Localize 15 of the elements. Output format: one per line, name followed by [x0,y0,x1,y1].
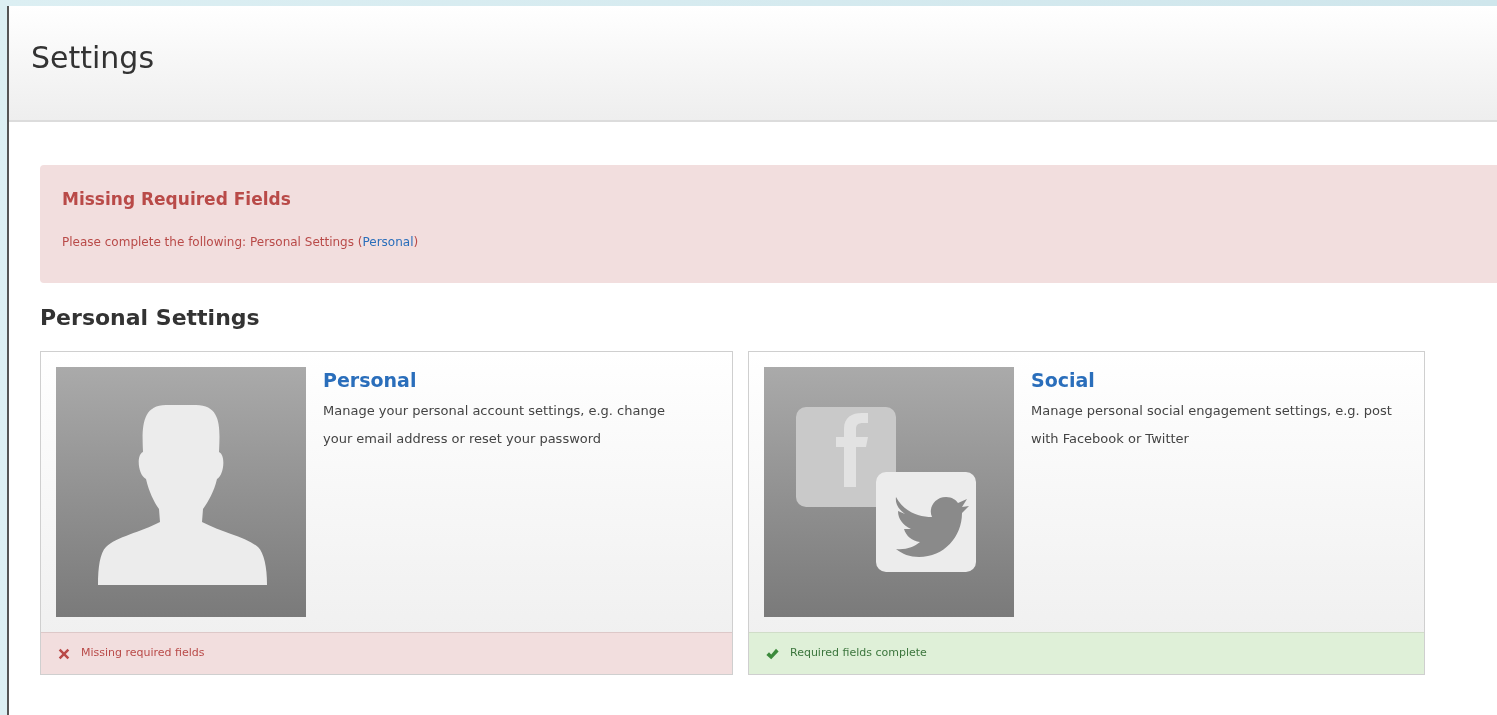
card-title[interactable]: Social [1031,367,1095,393]
alert-title: Missing Required Fields [62,188,291,211]
alert-message: Please complete the following: Personal Settings (Personal) [62,233,419,251]
check-icon [765,646,780,661]
card-title[interactable]: Personal [323,367,417,393]
page-title: Settings [31,39,155,77]
card-description: Manage your personal account settings, e.g. change your email address or reset your password [323,402,666,448]
card-description: Manage personal social engagement settings, e.g. post with Facebook or Twitter [1031,402,1393,448]
status-text: Missing required fields [81,645,205,662]
section-title: Personal Settings [40,304,260,332]
cross-icon [57,646,71,661]
status-text: Required fields complete [790,645,927,662]
settings-card[interactable]: Personal Manage your personal account settings, e.g. change your email address or reset your password Missing required fields [40,351,733,675]
settings-card[interactable]: Social Manage personal social engagement settings, e.g. post with Facebook or Twitter Required fields complete [748,351,1425,675]
personal-link[interactable]: Personal [362,234,414,249]
